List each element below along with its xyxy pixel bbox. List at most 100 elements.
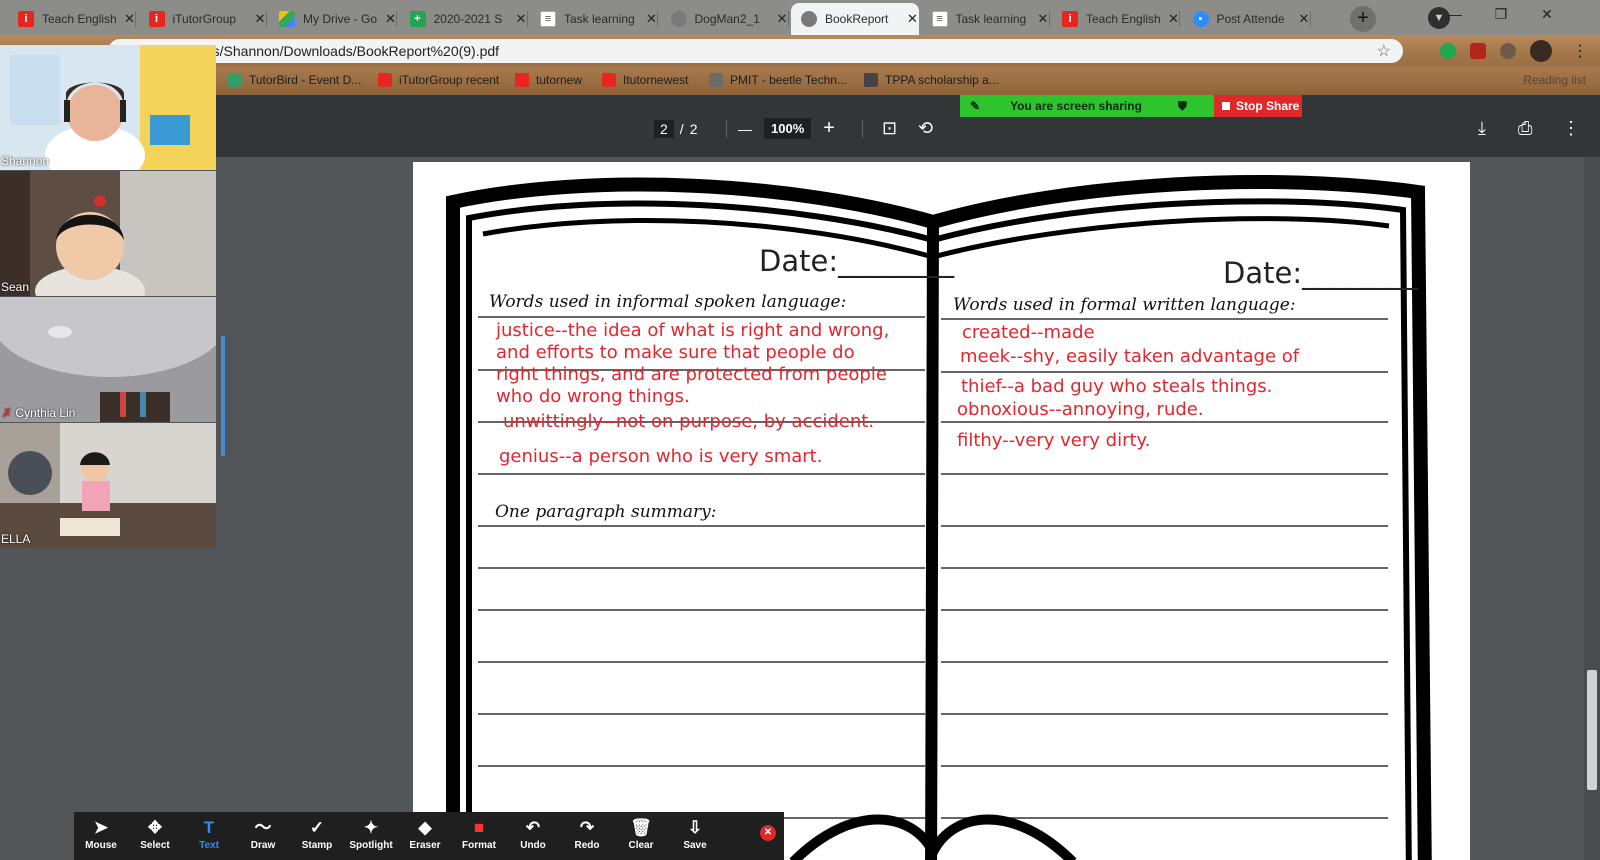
tab-close-icon[interactable]: ✕	[777, 11, 788, 27]
video-tile-sean[interactable]: Sean	[0, 171, 216, 296]
tab-divider	[787, 11, 789, 27]
video-tile-ella[interactable]: ELLA	[0, 423, 216, 548]
annotation-tool-select[interactable]: ✥ Select	[128, 812, 182, 860]
annotation-tool-redo[interactable]: ↷ Redo	[560, 812, 614, 860]
browser-tab[interactable]: ≡ Task learning ✕	[530, 3, 658, 35]
tab-close-icon[interactable]: ✕	[124, 11, 135, 27]
browser-tab[interactable]: ▪ Post Attende ✕	[1183, 3, 1311, 35]
bookmark-item[interactable]: iTutorGroup recent	[378, 73, 499, 87]
tool-label: Save	[683, 840, 707, 851]
tab-close-icon[interactable]: ✕	[1168, 11, 1179, 27]
right-column-header: Words used in formal written language:	[953, 295, 1296, 315]
annotation-tool-draw[interactable]: 〜 Draw	[236, 812, 290, 860]
gallery-scrollbar[interactable]	[221, 336, 225, 456]
annotation-tool-text[interactable]: T Text	[182, 812, 236, 860]
itutor-icon: i	[18, 11, 34, 27]
bookmark-item[interactable]: Itutornewest	[602, 73, 688, 87]
stop-square-icon	[1222, 102, 1230, 110]
participant-name: Cynthia Lin	[15, 406, 76, 420]
undo-icon: ↶	[525, 818, 541, 837]
tab-close-icon[interactable]: ✕	[516, 11, 527, 27]
toolbar-divider	[862, 120, 863, 138]
bookmark-item[interactable]: PMIT - beetle Techn...	[709, 73, 847, 87]
annotation-tool-spotlight[interactable]: ✦ Spotlight	[344, 812, 398, 860]
stop-share-button[interactable]: Stop Share	[1214, 95, 1302, 117]
tab-close-icon[interactable]: ✕	[907, 11, 918, 27]
profile-avatar[interactable]	[1530, 40, 1552, 62]
right-note-filthy: filthy--very very dirty.	[957, 430, 1151, 451]
tab-close-icon[interactable]: ✕	[255, 11, 266, 27]
ublock-extension-icon[interactable]	[1470, 43, 1486, 59]
zoom-out-icon[interactable]: —	[738, 121, 752, 137]
annotation-tool-eraser[interactable]: ◆ Eraser	[398, 812, 452, 860]
note-line: right things, and are protected from peo…	[496, 364, 887, 385]
annotation-tool-save[interactable]: ⇩ Save	[668, 812, 722, 860]
pdf-scrollbar-thumb[interactable]	[1587, 670, 1597, 790]
note-line: created--made	[962, 322, 1095, 343]
browser-tab[interactable]: i iTutorGroup ✕	[139, 3, 267, 35]
annotation-tool-stamp[interactable]: ✓ Stamp	[290, 812, 344, 860]
bookmark-item[interactable]: tutornew	[515, 73, 582, 87]
toolbar-divider	[726, 120, 727, 138]
zoom-in-icon[interactable]: +	[823, 117, 835, 140]
zoom-level-input[interactable]: 100%	[764, 118, 812, 139]
bookmark-favicon-icon	[515, 73, 529, 87]
draw-squiggle-icon: 〜	[254, 818, 272, 837]
new-tab-plus-icon[interactable]: +	[1350, 6, 1376, 32]
restore-window-icon[interactable]: ❐	[1478, 0, 1524, 30]
more-options-icon[interactable]: ⋮	[1562, 118, 1580, 139]
share-security-shield-icon: ⛊	[1177, 98, 1187, 113]
address-url[interactable]: rs/Shannon/Downloads/BookReport%20(9).pd…	[208, 43, 499, 59]
current-page-input[interactable]: 2	[654, 120, 674, 138]
annotation-tool-format[interactable]: ■ Format	[452, 812, 506, 860]
browser-tab-strip: i Teach English ✕ i iTutorGroup ✕ My Drive - G…	[0, 0, 1600, 35]
screen-sharing-status[interactable]: ✎ You are screen sharing ⛊	[960, 95, 1214, 117]
bookmark-star-icon[interactable]: ☆	[1377, 41, 1391, 61]
annotation-tool-clear[interactable]: 🗑 Clear	[614, 812, 668, 860]
browser-tab[interactable]: ≡ Task learning ✕	[922, 3, 1050, 35]
minimize-icon[interactable]: —	[1432, 0, 1478, 30]
close-window-icon[interactable]: ✕	[1524, 0, 1570, 30]
video-tile-shannon[interactable]: Shannon	[0, 45, 216, 170]
bookmark-item[interactable]: TPPA scholarship a...	[864, 73, 999, 87]
browser-tab[interactable]: i Teach English ✕	[8, 3, 136, 35]
tab-divider	[526, 11, 528, 27]
annotation-tool-mouse[interactable]: ➤ Mouse	[74, 812, 128, 860]
tool-label: Clear	[628, 840, 654, 851]
download-icon[interactable]: ⤓	[1478, 118, 1486, 139]
video-tile-cynthia[interactable]: ✗ Cynthia Lin	[0, 297, 216, 422]
reading-list-button[interactable]: Reading list	[1523, 73, 1586, 87]
page-indicator: 2 / 2	[654, 120, 697, 138]
spotlight-wand-icon: ✦	[363, 818, 379, 837]
participant-name: Sean	[1, 280, 30, 294]
chrome-menu-icon[interactable]: ⋮	[1572, 41, 1588, 61]
browser-tab[interactable]: DogMan2_1 ✕	[661, 3, 789, 35]
bookmark-item[interactable]: TutorBird - Event D...	[228, 73, 361, 87]
pdf-document-area[interactable]: Date:________ Date:________ Words used i…	[0, 157, 1600, 860]
extension-green-icon[interactable]	[1440, 43, 1456, 59]
bookmark-label: tutornew	[536, 73, 583, 87]
tool-label: Eraser	[409, 840, 441, 851]
tab-title: Teach English	[1086, 12, 1160, 26]
participant-name: ELLA	[1, 532, 31, 546]
bookmark-favicon-icon	[709, 73, 723, 87]
tab-close-icon[interactable]: ✕	[646, 11, 657, 27]
browser-tab[interactable]: My Drive - Go ✕	[269, 3, 397, 35]
close-annotation-icon[interactable]: ✕	[760, 825, 776, 841]
print-icon[interactable]: ⎙	[1518, 118, 1532, 139]
extensions-puzzle-icon[interactable]	[1500, 43, 1516, 59]
browser-tab[interactable]: +2020-2021 S ✕	[400, 3, 528, 35]
rotate-icon[interactable]: ⟲	[918, 118, 933, 139]
browser-tab[interactable]: BookReport ✕	[791, 3, 919, 35]
tab-close-icon[interactable]: ✕	[385, 11, 396, 27]
tab-close-icon[interactable]: ✕	[1038, 11, 1049, 27]
document-icon: ≡	[931, 11, 948, 27]
bookmarks-bar: TutorBird - Event D... iTutorGroup recent…	[0, 67, 1600, 95]
annotation-tool-undo[interactable]: ↶ Undo	[506, 812, 560, 860]
address-bar[interactable]: rs/Shannon/Downloads/BookReport%20(9).pd…	[108, 39, 1403, 63]
participant-video-shannon	[0, 45, 216, 170]
mic-muted-icon: ✗	[2, 406, 13, 420]
tab-close-icon[interactable]: ✕	[1299, 11, 1310, 27]
fit-to-page-icon[interactable]: ⊡	[882, 118, 897, 139]
browser-tab[interactable]: i Teach English ✕	[1052, 3, 1180, 35]
